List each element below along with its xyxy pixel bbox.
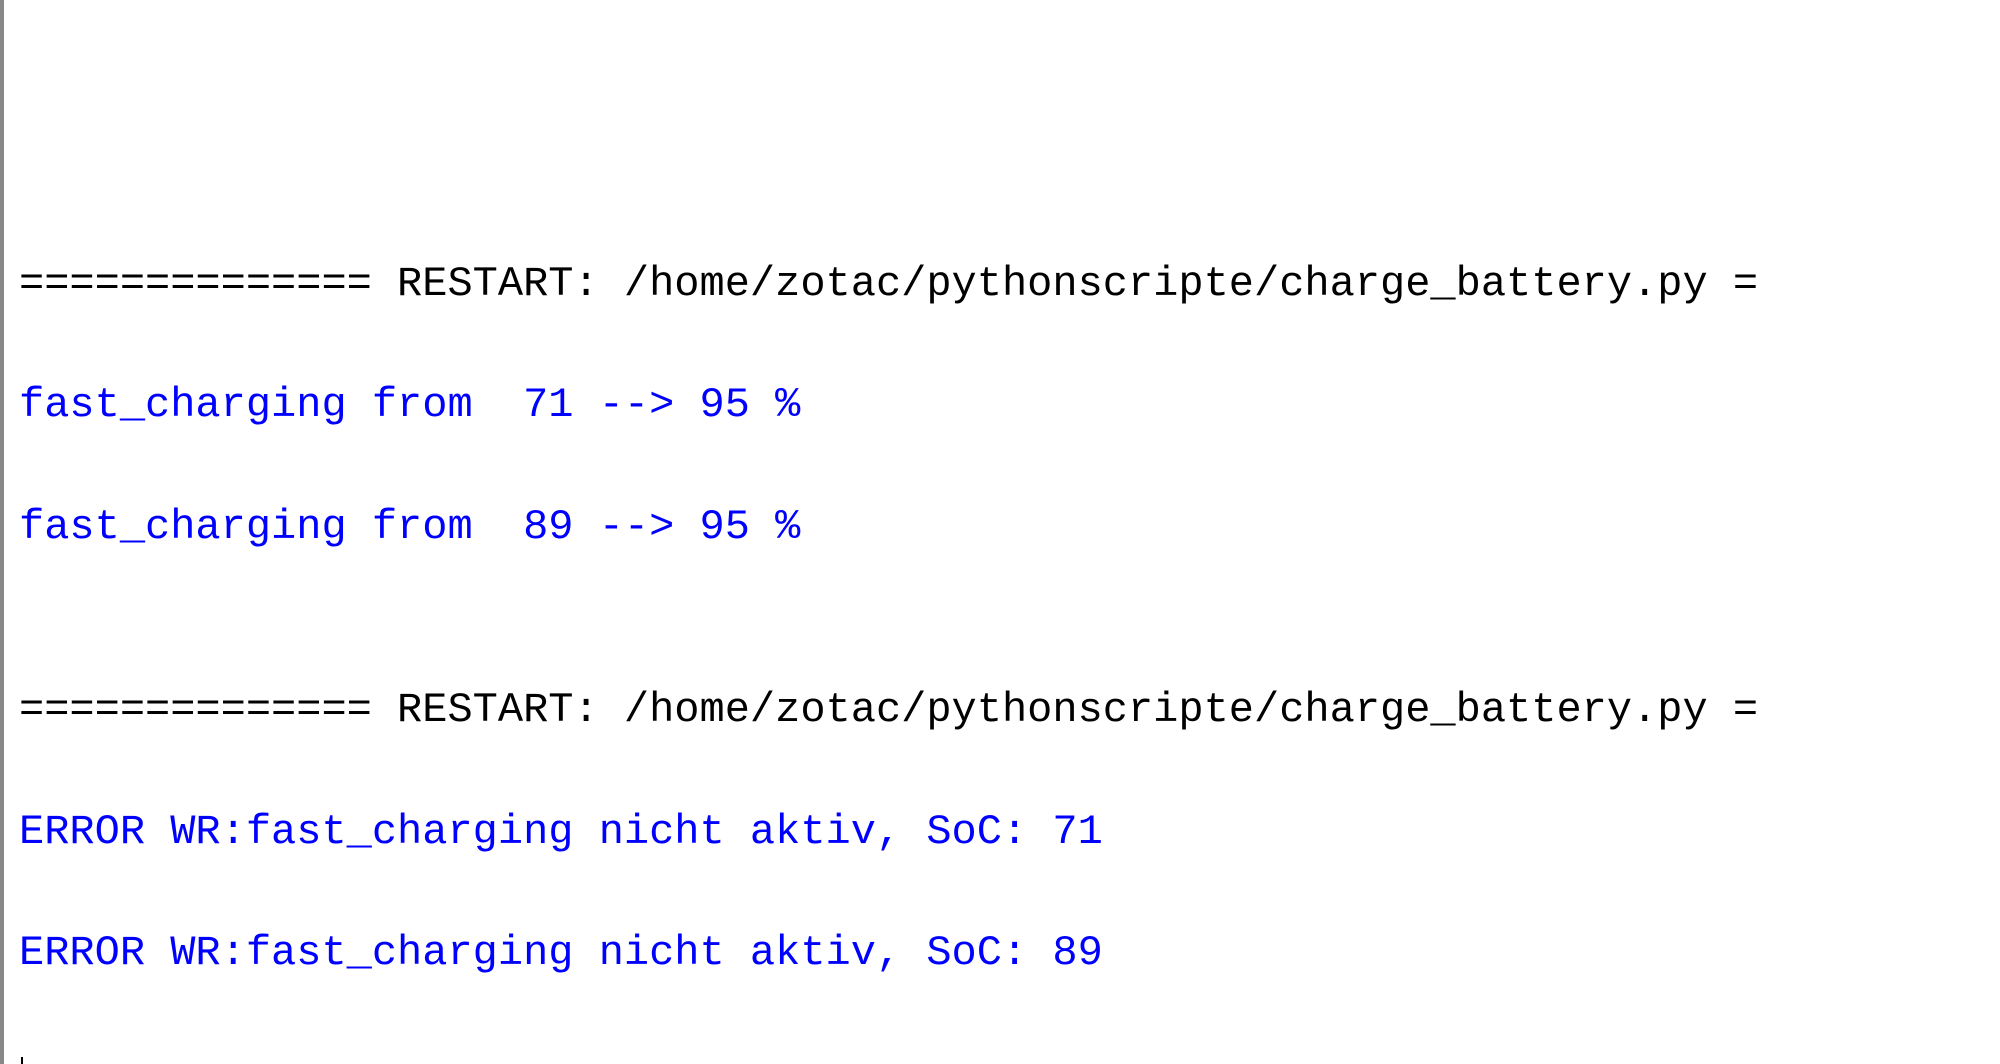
console-output-line: ERROR WR:fast_charging nicht aktiv, SoC:…	[19, 802, 1985, 863]
console-output-line: fast_charging from 89 --> 95 %	[19, 497, 1985, 558]
console-output-line: ERROR WR:fast_charging nicht aktiv, SoC:…	[19, 923, 1985, 984]
console-output-line: fast_charging from 71 --> 95 %	[19, 375, 1985, 436]
console-restart-line: ============== RESTART: /home/zotac/pyth…	[19, 680, 1985, 741]
console-prompt-line[interactable]	[19, 1045, 1985, 1064]
console-restart-line: ============== RESTART: /home/zotac/pyth…	[19, 254, 1985, 315]
input-cursor	[21, 1057, 23, 1064]
